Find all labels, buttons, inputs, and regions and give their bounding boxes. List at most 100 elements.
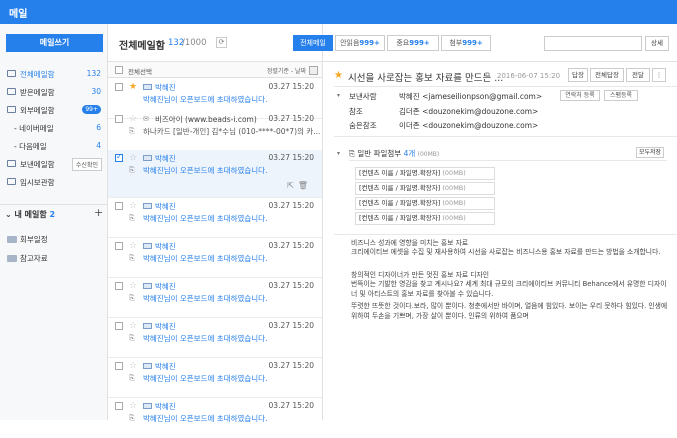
attachment-file[interactable]: [컨텐츠 이름 / 파일명.확장자] (00MB) (355, 182, 495, 195)
mail-row[interactable]: ☆ ✉ 비즈아이 (www.beads-i.com) 03.27 15:20 ⎘… (108, 111, 322, 151)
mail-row[interactable]: ☆ 박혜진 03.27 15:20 ⎘ 박혜진님이 오픈보드에 초대하였습니다. (108, 358, 322, 398)
unread-mail-icon (143, 323, 152, 329)
star-icon[interactable]: ☆ (129, 241, 137, 251)
row-checkbox[interactable] (115, 362, 123, 370)
row-subject: 박혜진님이 오픈보드에 초대하였습니다. (143, 166, 268, 175)
view-toggle-icon[interactable] (309, 66, 318, 75)
star-icon[interactable]: ☆ (129, 281, 137, 291)
sidebar-item-all-mail[interactable]: 전체메일함 132 (0, 66, 107, 84)
reply-all-button[interactable]: 전체답장 (590, 68, 624, 82)
mail-row[interactable]: ☆ 박혜진 03.27 15:20 ⎘ 박혜진님이 오픈보드에 초대하였습니다. (108, 318, 322, 358)
star-icon[interactable]: ☆ (129, 114, 137, 124)
divider (334, 86, 677, 87)
popout-icon[interactable]: ⧉ (485, 71, 490, 80)
row-subject: 박혜진님이 오픈보드에 초대하였습니다. (143, 294, 268, 303)
my-mailbox-header[interactable]: ⌄ 내 메일함 2 (5, 209, 55, 220)
star-icon[interactable]: ★ (129, 82, 137, 92)
tab-unread[interactable]: 안읽음999+ (335, 35, 385, 51)
expand-icon[interactable]: ▾ (337, 92, 340, 99)
attachment-file[interactable]: [컨텐츠 이름 / 파일명.확장자] (00MB) (355, 167, 495, 180)
sidebar-item-naver[interactable]: - 네이버메일 6 (0, 120, 107, 138)
select-all-checkbox[interactable] (115, 66, 123, 74)
search-input[interactable] (545, 37, 641, 50)
sidebar-item-sent[interactable]: 보낸메일함 수신확인 (0, 156, 107, 174)
folder-references[interactable]: 참고자료 (20, 253, 48, 264)
row-checkbox[interactable] (115, 202, 123, 210)
more-options-icon[interactable]: ⋮ (652, 68, 666, 82)
tab-attachment[interactable]: 첨부999+ (441, 35, 491, 51)
tab-all-mail[interactable]: 전체메일 (293, 35, 333, 51)
divider (334, 234, 677, 235)
row-sender: 박혜진 (155, 154, 176, 163)
sidebar-item-inbox[interactable]: 받은메일함 30 (0, 84, 107, 102)
star-icon[interactable]: ☆ (129, 321, 137, 331)
star-icon[interactable]: ☆ (129, 201, 137, 211)
sidebar-item-count: 4 (96, 141, 101, 150)
mail-row[interactable]: ☆ 박혜진 03.27 15:20 ⎘ 박혜진님이 오픈보드에 초대하였습니다. (108, 198, 322, 238)
mail-row[interactable]: ☆ 박혜진 03.27 15:20 ⎘ 박혜진님이 오픈보드에 초대하였습니다. (108, 398, 322, 438)
row-subject: 박혜진님이 오픈보드에 초대하였습니다. (143, 374, 268, 383)
reply-button[interactable]: 답장 (568, 68, 588, 82)
star-icon[interactable]: ☆ (129, 361, 137, 371)
mail-row[interactable]: ☆ 박혜진 03.27 15:20 ⎘ 박혜진님이 오픈보드에 초대하였습니다. (108, 278, 322, 318)
sidebar-item-label: - 다음메일 (14, 142, 47, 151)
spam-button[interactable]: 스팸등록 (604, 90, 638, 101)
row-checkbox[interactable] (115, 115, 123, 123)
tab-label: 첨부 (449, 39, 463, 47)
attachment-title: 일반 파일첨부 (357, 149, 402, 158)
mail-row[interactable]: ☆ 박혜진 03.27 15:20 ⎘ 박혜진님이 오픈보드에 초대하였습니다. (108, 238, 322, 278)
row-date: 03.27 15:20 (268, 114, 314, 123)
file-size: (00MB) (442, 199, 466, 207)
sidebar-item-drafts[interactable]: 임시보관함 (0, 174, 107, 192)
attachment-size: (00MB) (417, 151, 440, 158)
row-sender: 비즈아이 (www.beads-i.com) (155, 115, 257, 124)
row-checkbox[interactable] (115, 322, 123, 330)
unread-mail-icon (143, 283, 152, 289)
sort-dropdown[interactable]: 정렬기준 - 날짜 (267, 66, 306, 75)
read-receipt-button[interactable]: 수신확인 (71, 158, 102, 171)
sidebar-item-count: 30 (91, 87, 101, 96)
detail-search-button[interactable]: 상세 (645, 36, 669, 51)
row-checkbox[interactable] (115, 282, 123, 290)
sidebar-item-external[interactable]: 외부메일함 99+ (0, 102, 107, 120)
row-checkbox[interactable] (115, 242, 123, 250)
row-subject: 하나카드 [일반-개인] 김*수님 (010-****-00*7)의 카... (143, 127, 321, 136)
attachment-icon: ⎘ (129, 414, 135, 422)
sidebar-item-label: 전체메일함 (20, 70, 55, 79)
sidebar-item-label: 받은메일함 (20, 88, 55, 97)
sidebar-item-label: 외부메일함 (20, 106, 55, 115)
compose-button[interactable]: 메일쓰기 (6, 34, 103, 52)
attachment-file[interactable]: [컨텐츠 이름 / 파일명.확장자] (00MB) (355, 197, 495, 210)
star-icon[interactable]: ☆ (129, 153, 137, 163)
mail-row-selected[interactable]: ☆ 박혜진 03.27 15:20 ⎘ 박혜진님이 오픈보드에 초대하였습니다.… (108, 150, 322, 198)
row-checkbox[interactable] (115, 402, 123, 410)
row-checkbox[interactable] (115, 83, 123, 91)
row-checkbox[interactable] (115, 152, 123, 162)
unread-mail-icon (143, 155, 152, 161)
tab-count: 999+ (409, 39, 430, 47)
refresh-button[interactable]: ⟳ (216, 37, 227, 48)
folder-schedule[interactable]: 회부일정 (20, 234, 48, 245)
forward-button[interactable]: 전달 (626, 68, 650, 82)
tab-important[interactable]: 중요999+ (387, 35, 439, 51)
file-size: (00MB) (442, 214, 466, 222)
star-icon[interactable]: ☆ (129, 401, 137, 411)
divider (334, 136, 677, 137)
attachment-file[interactable]: [컨텐츠 이름 / 파일명.확장자] (00MB) (355, 212, 495, 225)
sent-icon (7, 160, 16, 167)
tab-label: 중요 (396, 39, 410, 47)
mail-icon (7, 70, 16, 77)
add-mailbox-button[interactable]: + (94, 206, 103, 219)
attachment-icon: ⎘ (129, 334, 135, 342)
bcc-label: 숨은참조 (349, 121, 377, 130)
collapse-icon[interactable]: ▾ (337, 150, 340, 157)
my-mailbox-label: 내 메일함 (14, 210, 47, 219)
from-value: 박혜진 <jameseilionpson@gmail.com> (399, 91, 542, 102)
add-contact-button[interactable]: 연락처 등록 (560, 90, 600, 101)
row-actions[interactable]: ⇱🗑 (287, 181, 312, 190)
list-header: 전체선택 정렬기준 - 날짜 (108, 61, 322, 78)
from-label: 보낸사람 (349, 92, 377, 101)
sidebar-item-daum[interactable]: - 다음메일 4 (0, 138, 107, 156)
star-icon[interactable]: ★ (334, 70, 343, 81)
save-all-button[interactable]: 모두저장 (636, 147, 664, 158)
